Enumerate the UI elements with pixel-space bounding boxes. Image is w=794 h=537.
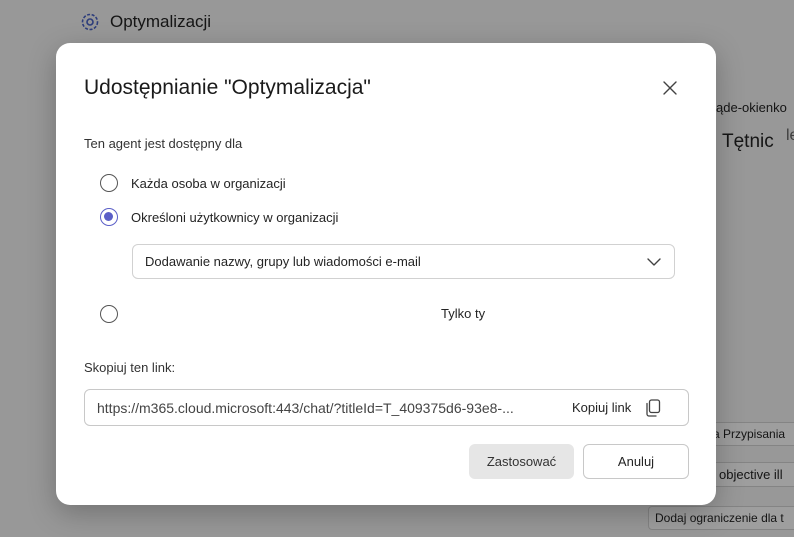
only-you-label: Tylko ty [441, 306, 486, 321]
radio-label: Każda osoba w organizacji [131, 175, 286, 191]
share-link-text[interactable]: https://m365.cloud.microsoft:443/chat/?t… [97, 400, 560, 416]
dialog-title: Udostępnianie "Optymalizacja" [84, 76, 371, 99]
people-picker-placeholder: Dodawanie nazwy, grupy lub wiadomości e-… [145, 254, 421, 269]
cancel-button[interactable]: Anuluj [583, 444, 689, 479]
radio-specific-users[interactable]: Określoni użytkownicy w organizacji [100, 208, 338, 226]
people-picker-dropdown[interactable]: Dodawanie nazwy, grupy lub wiadomości e-… [132, 244, 675, 279]
copy-link-button[interactable]: Kopiuj link [572, 398, 661, 417]
share-dialog: Udostępnianie "Optymalizacja" Ten agent … [56, 43, 716, 505]
radio-button[interactable] [100, 305, 118, 323]
radio-label: Określoni użytkownicy w organizacji [131, 209, 339, 225]
apply-button[interactable]: Zastosować [469, 444, 574, 479]
radio-button[interactable] [100, 174, 118, 192]
radio-everyone-in-org[interactable]: Każda osoba w organizacji [100, 174, 286, 192]
close-button[interactable] [658, 76, 682, 100]
radio-only-you[interactable] [100, 305, 131, 323]
chevron-down-icon [647, 257, 661, 266]
copy-link-heading: Skopiuj ten link: [84, 360, 176, 375]
close-icon [663, 81, 677, 95]
radio-button-selected[interactable] [100, 208, 118, 226]
share-link-field[interactable]: https://m365.cloud.microsoft:443/chat/?t… [84, 389, 689, 426]
availability-label: Ten agent jest dostępny dla [84, 136, 243, 151]
copy-icon [646, 398, 661, 417]
copy-link-label: Kopiuj link [572, 400, 632, 415]
